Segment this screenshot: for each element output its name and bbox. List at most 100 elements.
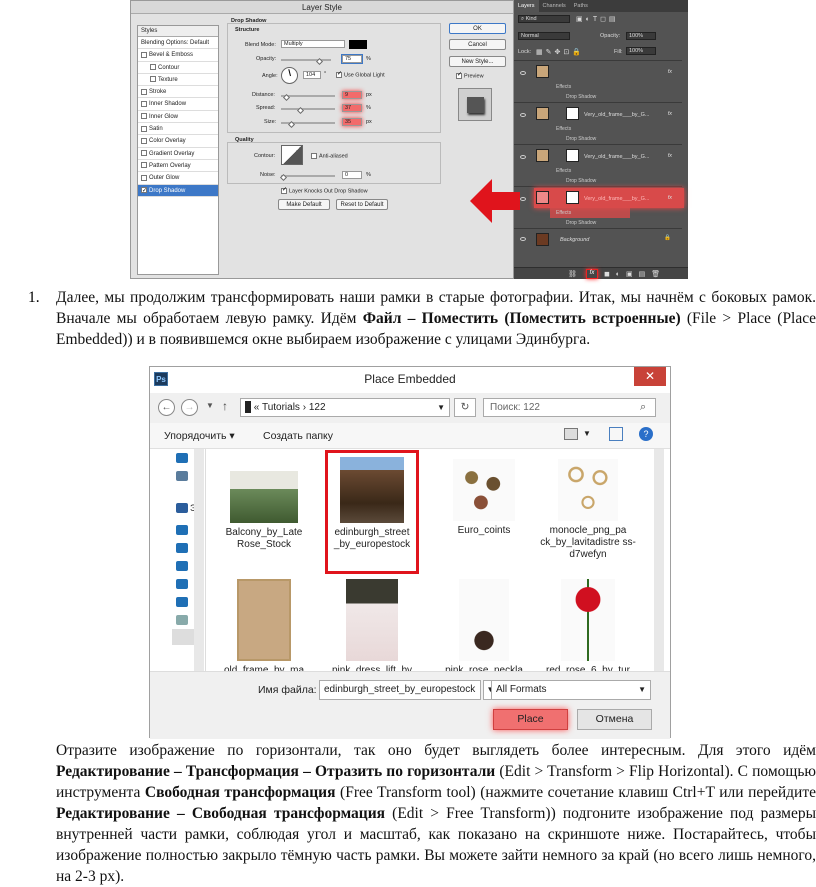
chevron-down-icon[interactable]: ▼: [583, 429, 591, 438]
checkbox[interactable]: [141, 88, 147, 95]
checkbox[interactable]: [150, 64, 156, 71]
filename-input[interactable]: edinburgh_street_by_europestock: [319, 680, 481, 700]
filter-icons[interactable]: ▣◐T◻▤: [576, 15, 619, 23]
spread-slider[interactable]: [281, 108, 335, 110]
checkbox[interactable]: [141, 100, 147, 107]
search-icon[interactable]: ⌕: [640, 401, 646, 414]
checkbox[interactable]: [141, 51, 147, 58]
help-icon[interactable]: ?: [639, 427, 653, 441]
filter-select[interactable]: All Formats ▼: [491, 680, 651, 700]
style-item-drop-shadow[interactable]: Drop Shadow: [138, 184, 218, 197]
eye-icon[interactable]: [520, 113, 526, 117]
blend-mode-select[interactable]: Normal: [518, 32, 570, 40]
eye-icon[interactable]: [520, 197, 526, 201]
tab-channels[interactable]: Channels: [539, 0, 570, 12]
chevron-down-icon[interactable]: ▼: [437, 399, 445, 416]
background-layer[interactable]: Background 🔒: [514, 228, 682, 250]
checkbox-checked[interactable]: [281, 186, 287, 194]
style-item-contour[interactable]: Contour: [138, 62, 218, 74]
preview-pane-icon[interactable]: [609, 427, 623, 441]
style-item-stroke[interactable]: Stroke: [138, 86, 218, 99]
nav-scrollbar[interactable]: [194, 449, 204, 671]
file-item[interactable]: Balcony_by_Late Rose_Stock: [214, 465, 314, 551]
size-field[interactable]: 35: [342, 118, 362, 126]
tab-layers[interactable]: Layers: [514, 0, 539, 12]
fx-icon[interactable]: fx: [668, 69, 672, 75]
folder-icon[interactable]: [176, 543, 188, 553]
knocks-out-checkbox[interactable]: Layer Knocks Out Drop Shadow: [281, 186, 368, 194]
angle-field[interactable]: 104: [303, 71, 321, 79]
noise-field[interactable]: 0: [342, 171, 362, 179]
drive-icon[interactable]: [176, 453, 188, 463]
opacity-field[interactable]: 75: [341, 54, 363, 64]
noise-slider[interactable]: [281, 175, 335, 177]
forward-icon[interactable]: →: [181, 399, 198, 416]
checkbox[interactable]: [141, 113, 147, 120]
view-icon[interactable]: [564, 428, 578, 440]
folder-icon[interactable]: [176, 561, 188, 571]
file-item[interactable]: Euro_coints: [434, 459, 534, 537]
blending-options-item[interactable]: Blending Options: Default: [138, 37, 218, 50]
style-item-texture[interactable]: Texture: [138, 74, 218, 87]
drive-icon[interactable]: [176, 615, 188, 625]
fx-icon[interactable]: fx: [668, 195, 672, 201]
anti-aliased-checkbox[interactable]: Anti-aliased: [311, 153, 348, 159]
chevron-down-icon[interactable]: ▼: [206, 401, 214, 410]
style-item-pattern-overlay[interactable]: Pattern Overlay: [138, 160, 218, 173]
drive-icon[interactable]: [176, 471, 188, 481]
file-item[interactable]: pink_dress_lift_by: [322, 579, 422, 671]
contour-preview[interactable]: [281, 145, 303, 165]
style-item-inner-glow[interactable]: Inner Glow: [138, 111, 218, 124]
opacity-field[interactable]: 100%: [626, 32, 656, 40]
lock-icons[interactable]: ▦✎✥⊡🔒: [536, 48, 584, 56]
angle-dial[interactable]: [281, 67, 298, 84]
cancel-button[interactable]: Отмена: [577, 709, 652, 730]
layer-row[interactable]: Very_old_frame___by_G... fx Effects Drop…: [514, 144, 682, 186]
panel-action-icons[interactable]: ⛓: [568, 270, 583, 278]
style-item-inner-shadow[interactable]: Inner Shadow: [138, 98, 218, 111]
style-item-satin[interactable]: Satin: [138, 123, 218, 136]
tab-paths[interactable]: Paths: [570, 0, 592, 12]
panel-action-icons-2[interactable]: ◼◐▣▤🗑: [604, 270, 666, 278]
close-button[interactable]: ✕: [634, 367, 666, 386]
preview-checkbox[interactable]: Preview: [456, 71, 484, 79]
refresh-icon[interactable]: ↻: [454, 398, 476, 417]
style-item-outer-glow[interactable]: Outer Glow: [138, 172, 218, 185]
checkbox[interactable]: [141, 125, 147, 132]
folder-icon[interactable]: [176, 525, 188, 535]
checkbox-checked[interactable]: [336, 70, 342, 78]
checkbox-checked[interactable]: [456, 71, 462, 79]
search-input[interactable]: Поиск: 122: [483, 398, 656, 417]
breadcrumb-tutorials[interactable]: Tutorials: [262, 402, 300, 413]
eye-icon[interactable]: [520, 237, 526, 241]
checkbox[interactable]: [141, 150, 147, 157]
layer-row[interactable]: Very_old_frame___by_G... fx Effects Drop…: [514, 102, 682, 144]
fx-button[interactable]: fx: [586, 269, 598, 279]
reset-default-button[interactable]: Reset to Default: [336, 199, 388, 210]
new-folder-button[interactable]: Создать папку: [263, 430, 333, 442]
style-item-bevel[interactable]: Bevel & Emboss: [138, 49, 218, 62]
folder-icon[interactable]: [176, 597, 188, 607]
checkbox[interactable]: [141, 162, 147, 169]
layer-row[interactable]: fx Effects Drop Shadow: [514, 60, 682, 102]
file-item[interactable]: old_frame_by_ma: [214, 579, 314, 671]
cancel-button[interactable]: Cancel: [449, 39, 506, 50]
folder-icon[interactable]: [176, 579, 188, 589]
global-light-checkbox[interactable]: Use Global Light: [336, 70, 385, 78]
ok-button[interactable]: OK: [449, 23, 506, 34]
checkbox[interactable]: [141, 174, 147, 181]
file-item[interactable]: monocle_png_pa ck_by_lavitadistre ss-d7w…: [538, 459, 638, 561]
make-default-button[interactable]: Make Default: [278, 199, 330, 210]
up-icon[interactable]: ↑: [222, 399, 228, 413]
kind-filter[interactable]: ⌕ Kind: [518, 15, 570, 23]
checkbox-checked[interactable]: [141, 185, 147, 197]
file-item[interactable]: pink_rose_neckla: [434, 579, 534, 671]
breadcrumb-122[interactable]: 122: [309, 402, 326, 413]
selected-drive[interactable]: [172, 629, 194, 645]
back-icon[interactable]: ←: [158, 399, 175, 416]
fx-icon[interactable]: fx: [668, 153, 672, 159]
style-item-gradient-overlay[interactable]: Gradient Overlay: [138, 148, 218, 160]
new-style-button[interactable]: New Style...: [449, 56, 506, 67]
eye-icon[interactable]: [520, 155, 526, 159]
eye-icon[interactable]: [520, 71, 526, 75]
